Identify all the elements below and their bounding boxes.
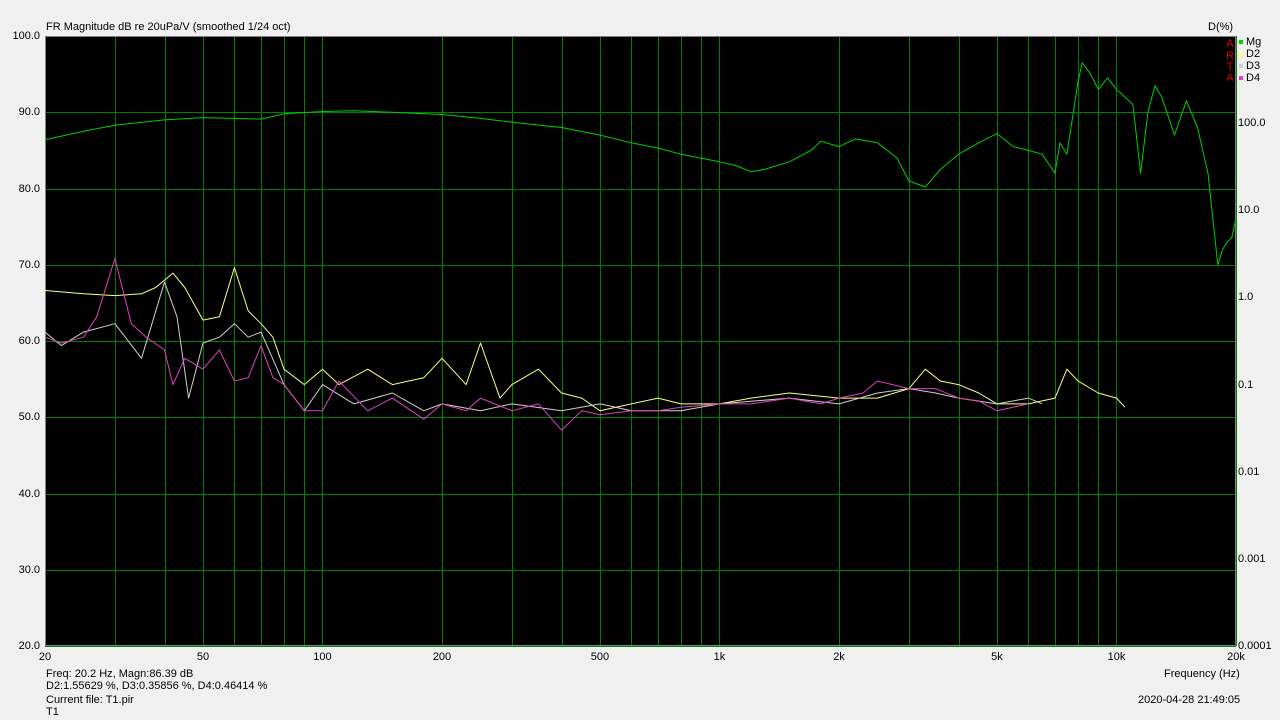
x-tick-label: 500 xyxy=(590,651,610,663)
y-tick-label: 50.0 xyxy=(18,411,40,424)
status-trace-name: T1 xyxy=(46,706,59,718)
legend-label: D2 xyxy=(1246,48,1261,60)
status-timestamp: 2020-04-28 21:49:05 xyxy=(1138,694,1241,706)
legend-item-d2[interactable]: D2 xyxy=(1239,48,1260,60)
y2-tick-label: 0.01 xyxy=(1238,465,1260,478)
x-tick-label: 20k xyxy=(1227,651,1245,663)
legend-swatch xyxy=(1239,64,1243,69)
legend-item-mg[interactable]: Mg xyxy=(1239,36,1261,48)
legend-label: D4 xyxy=(1246,72,1261,84)
legend-item-d4[interactable]: D4 xyxy=(1239,72,1260,84)
legend-label: D3 xyxy=(1246,60,1261,72)
legend-swatch xyxy=(1239,52,1243,57)
y-tick-label: 100.0 xyxy=(12,30,40,42)
legend-swatch xyxy=(1239,76,1243,81)
x-tick-label: 5k xyxy=(991,651,1003,663)
x-tick-label: 10k xyxy=(1107,651,1126,663)
y2-tick-label: 100.0 xyxy=(1238,117,1266,130)
y-tick-label: 90.0 xyxy=(18,106,40,119)
right-axis-title: D(%) xyxy=(1208,21,1234,33)
y2-tick-label: 10.0 xyxy=(1238,204,1260,217)
y-tick-label: 30.0 xyxy=(18,563,40,576)
y-tick-label: 80.0 xyxy=(18,182,40,195)
x-tick-label: 50 xyxy=(196,651,210,663)
y2-tick-label: 1.0 xyxy=(1238,291,1254,304)
x-tick-label: 2k xyxy=(833,651,845,663)
chart-title: FR Magnitude dB re 20uPa/V (smoothed 1/2… xyxy=(46,21,291,33)
y-tick-label: 60.0 xyxy=(18,335,40,347)
legend-item-d3[interactable]: D3 xyxy=(1239,60,1260,72)
brand-letter: A xyxy=(1226,38,1234,50)
y-tick-label: 70.0 xyxy=(18,258,40,271)
y2-tick-label: 0.001 xyxy=(1238,552,1266,565)
legend-swatch xyxy=(1239,40,1243,45)
status-current-file: Current file: T1.pir xyxy=(46,694,134,706)
x-axis-title: Frequency (Hz) xyxy=(1164,668,1240,680)
x-tick-label: 20 xyxy=(38,651,52,663)
y-tick-label: 40.0 xyxy=(18,487,40,500)
status-distortion: D2:1.55629 %, D3:0.35856 %, D4:0.46414 % xyxy=(46,680,268,692)
frequency-response-chart xyxy=(44,36,1237,647)
legend-label: Mg xyxy=(1246,36,1262,48)
x-tick-label: 200 xyxy=(432,651,452,663)
x-tick-label: 1k xyxy=(713,651,726,663)
x-tick-label: 100 xyxy=(313,651,332,663)
brand-letter: A xyxy=(1226,72,1234,84)
y2-tick-label: 0.1 xyxy=(1238,378,1254,391)
